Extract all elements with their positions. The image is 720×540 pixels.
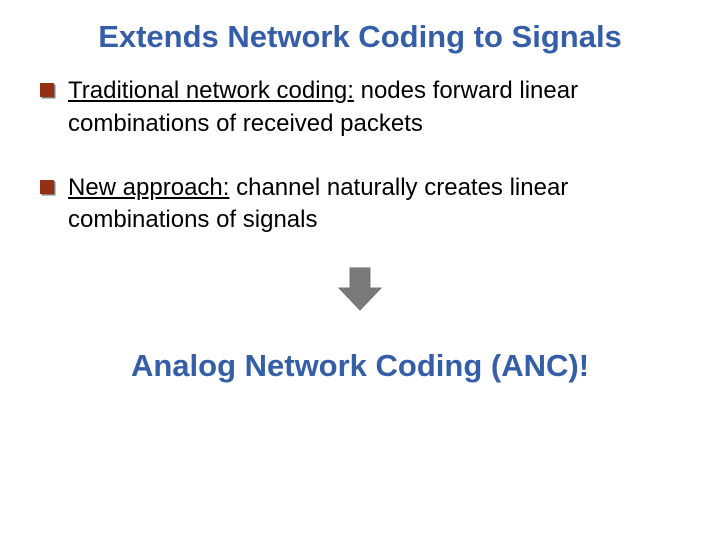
conclusion-text: Analog Network Coding (ANC)!: [40, 348, 680, 384]
bullet-lead: New approach:: [68, 174, 229, 201]
bullet-square-icon: [40, 180, 54, 194]
down-arrow-icon: [332, 261, 388, 317]
arrow-container: [40, 261, 680, 322]
slide: Extends Network Coding to Signals Tradit…: [0, 0, 720, 540]
bullet-item: New approach: channel naturally creates …: [40, 172, 680, 237]
down-arrow-shape: [339, 267, 382, 310]
slide-title: Extends Network Coding to Signals: [40, 18, 680, 55]
bullet-square-icon: [40, 83, 54, 97]
bullet-lead: Traditional network coding:: [68, 77, 354, 104]
bullet-item: Traditional network coding: nodes forwar…: [40, 75, 680, 140]
bullet-list: Traditional network coding: nodes forwar…: [40, 75, 680, 237]
